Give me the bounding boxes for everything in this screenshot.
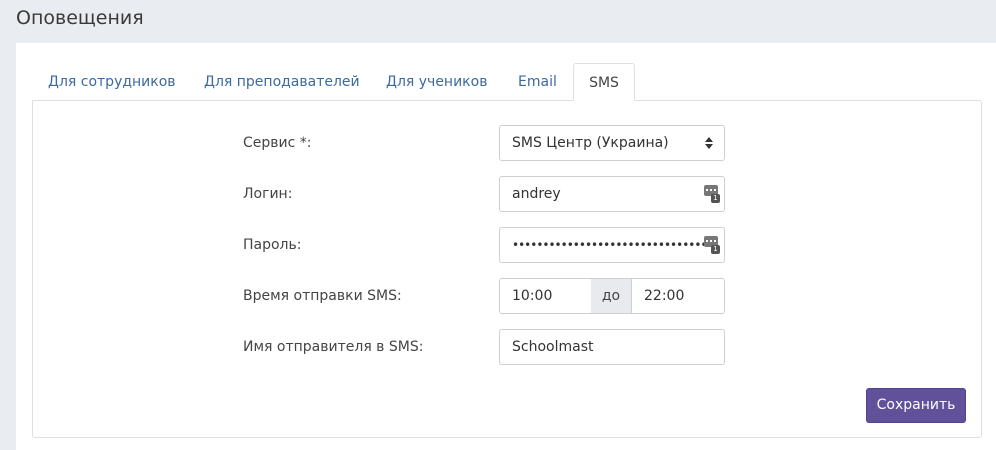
login-label: Логин:	[243, 186, 293, 202]
service-select-value: SMS Центр (Украина)	[512, 135, 669, 151]
tab-bar: Для сотрудников Для преподавателей Для у…	[32, 63, 982, 101]
send-time-row: Время отправки SMS: 10:00 до 22:00	[33, 278, 981, 314]
sender-name-label: Имя отправителя в SMS:	[243, 339, 424, 355]
page-title: Оповещения	[16, 7, 144, 29]
chevron-up-down-icon	[704, 136, 714, 150]
service-row: Сервис *: SMS Центр (Украина)	[33, 125, 981, 161]
tab-sms[interactable]: SMS	[573, 63, 635, 101]
sms-settings-form: Сервис *: SMS Центр (Украина) Логин: and…	[32, 100, 982, 438]
password-manager-icon[interactable]: 1	[704, 185, 720, 203]
sender-name-input-value: Schoolmast	[512, 339, 594, 355]
tab-students[interactable]: Для учеников	[386, 63, 487, 101]
password-label: Пароль:	[243, 237, 302, 253]
tab-teachers[interactable]: Для преподавателей	[204, 63, 360, 101]
send-time-separator: до	[591, 278, 631, 314]
password-input[interactable]: ••••••••••••••••••••••••••••••••••••••••…	[499, 227, 725, 263]
send-time-label: Время отправки SMS:	[243, 288, 402, 304]
tab-staff[interactable]: Для сотрудников	[48, 63, 176, 101]
service-label: Сервис *:	[243, 135, 312, 151]
login-row: Логин: andrey 1	[33, 176, 981, 212]
password-row: Пароль: ••••••••••••••••••••••••••••••••…	[33, 227, 981, 263]
send-time-to-input[interactable]: 22:00	[631, 278, 725, 314]
notifications-panel: Для сотрудников Для преподавателей Для у…	[16, 43, 996, 450]
send-time-range: 10:00 до 22:00	[499, 278, 725, 314]
sender-name-row: Имя отправителя в SMS: Schoolmast	[33, 329, 981, 365]
tab-email[interactable]: Email	[518, 63, 557, 101]
login-input[interactable]: andrey 1	[499, 176, 725, 212]
sender-name-input[interactable]: Schoolmast	[499, 329, 725, 365]
login-input-value: andrey	[512, 186, 561, 202]
send-time-from-input[interactable]: 10:00	[499, 278, 592, 314]
password-input-value: ••••••••••••••••••••••••••••••••••••••••…	[512, 238, 708, 252]
save-button[interactable]: Сохранить	[866, 388, 966, 423]
service-select[interactable]: SMS Центр (Украина)	[499, 125, 725, 161]
password-manager-icon[interactable]: 1	[704, 236, 720, 254]
